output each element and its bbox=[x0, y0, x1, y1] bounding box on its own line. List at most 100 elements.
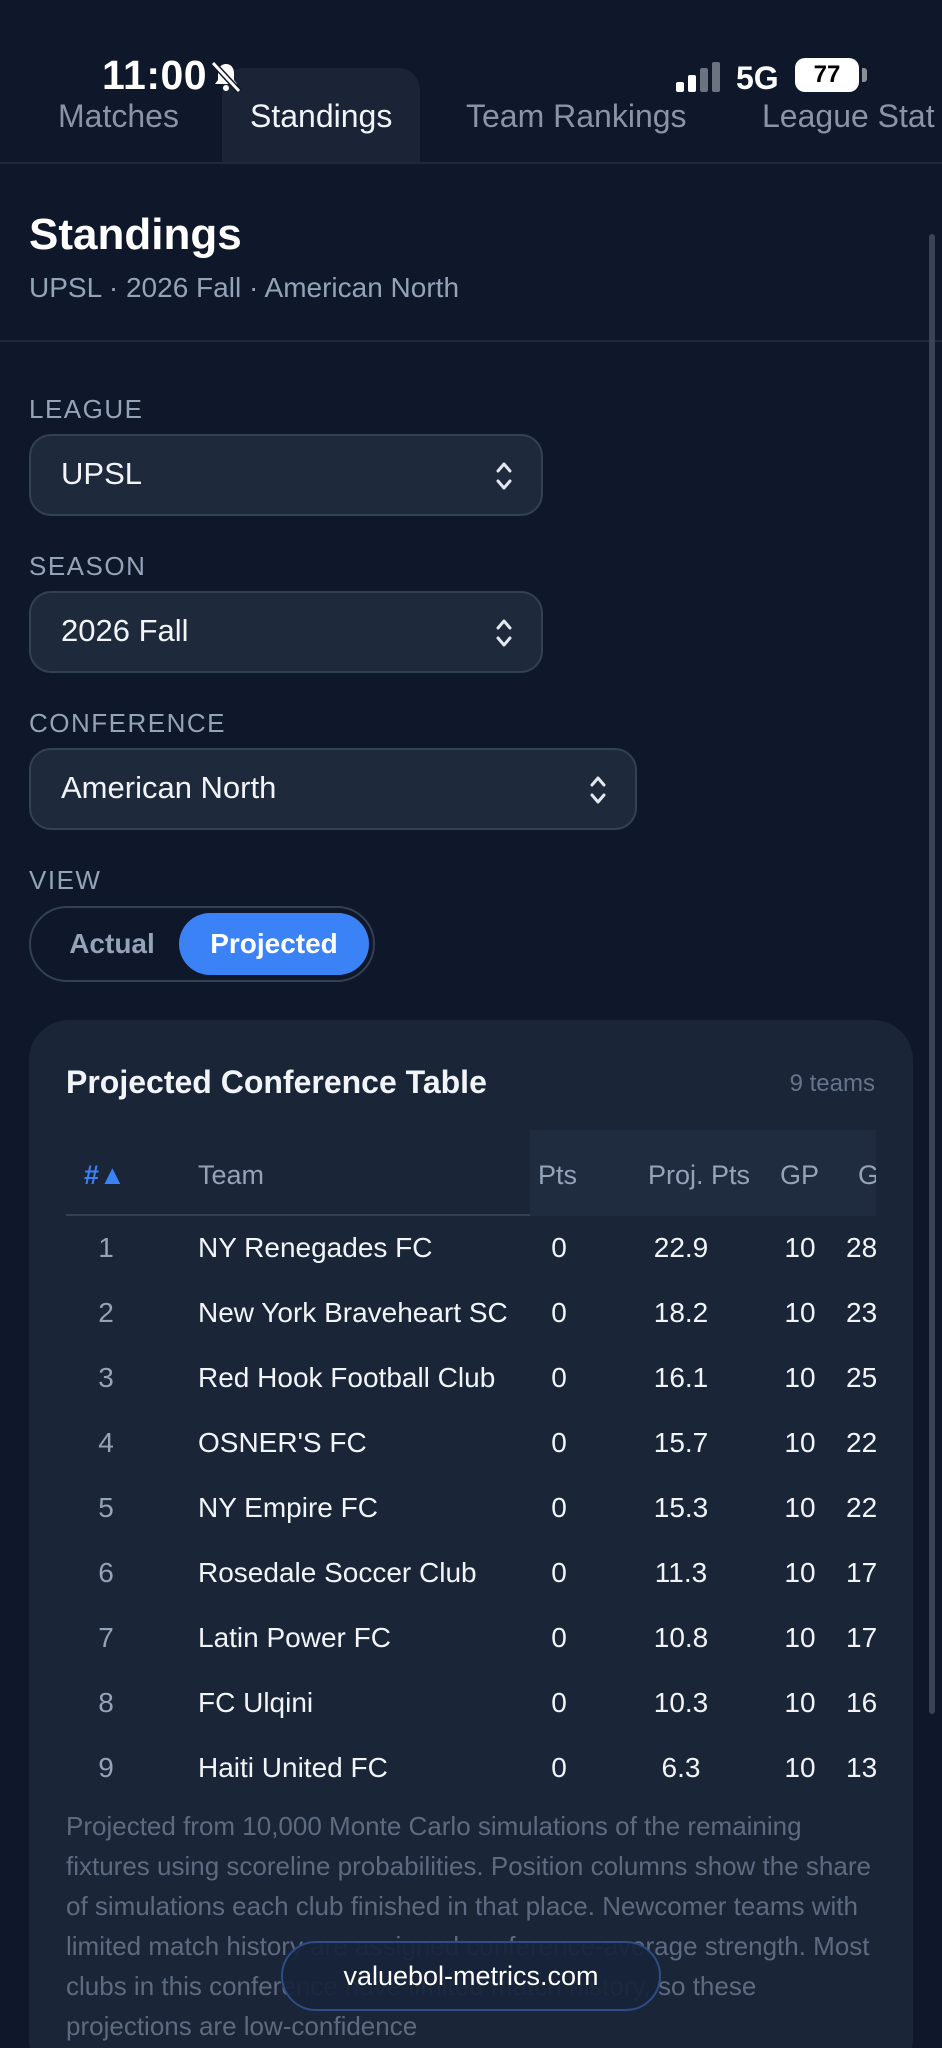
row-proj-pts: 10.3 bbox=[653, 1687, 709, 1718]
row-rank: 3 bbox=[98, 1362, 114, 1393]
row-g: 22 bbox=[846, 1427, 876, 1458]
row-rank: 6 bbox=[98, 1557, 114, 1588]
network-label: 5G bbox=[736, 60, 779, 96]
row-pts: 0 bbox=[551, 1557, 567, 1588]
standings-table: #▲ Team Pts Proj. Pts GP G 1 NY Renegade… bbox=[66, 1130, 876, 1810]
col-team[interactable]: Team bbox=[198, 1160, 264, 1191]
row-g: 13 bbox=[846, 1752, 876, 1783]
tab-standings[interactable]: Standings bbox=[222, 68, 421, 162]
row-g: 22 bbox=[846, 1492, 876, 1523]
row-pts: 0 bbox=[551, 1622, 567, 1653]
row-proj-pts: 15.7 bbox=[653, 1427, 709, 1458]
row-pts: 0 bbox=[551, 1232, 567, 1263]
view-actual-button[interactable]: Actual bbox=[37, 913, 187, 975]
row-gp: 10 bbox=[784, 1687, 816, 1718]
season-label: SEASON bbox=[29, 551, 147, 581]
conference-select-value: American North bbox=[61, 770, 277, 805]
row-gp: 10 bbox=[784, 1297, 816, 1328]
row-gp: 10 bbox=[784, 1622, 816, 1653]
row-proj-pts: 6.3 bbox=[661, 1752, 701, 1783]
col-gp[interactable]: GP bbox=[780, 1160, 819, 1191]
row-team: OSNER'S FC bbox=[198, 1427, 367, 1458]
signal-icon bbox=[676, 62, 720, 92]
league-label: LEAGUE bbox=[29, 394, 144, 424]
league-select[interactable]: UPSL bbox=[29, 434, 543, 516]
tab-team-rankings[interactable]: Team Rankings bbox=[438, 68, 715, 162]
col-g[interactable]: G bbox=[858, 1160, 876, 1191]
row-rank: 7 bbox=[98, 1622, 114, 1653]
season-select[interactable]: 2026 Fall bbox=[29, 591, 543, 673]
season-select-value: 2026 Fall bbox=[61, 613, 189, 648]
row-pts: 0 bbox=[551, 1427, 567, 1458]
row-pts: 0 bbox=[551, 1297, 567, 1328]
table-row[interactable]: 9 Haiti United FC 0 6.3 10 13 bbox=[66, 1736, 876, 1801]
row-team: Red Hook Football Club bbox=[198, 1362, 496, 1393]
chevron-updown-icon bbox=[496, 462, 512, 490]
row-team: New York Braveheart SC bbox=[198, 1297, 508, 1328]
row-pts: 0 bbox=[551, 1492, 567, 1523]
table-row[interactable]: 5 NY Empire FC 0 15.3 10 22 bbox=[66, 1476, 876, 1541]
row-g: 16 bbox=[846, 1687, 876, 1718]
row-pts: 0 bbox=[551, 1362, 567, 1393]
conference-select[interactable]: American North bbox=[29, 748, 637, 830]
row-rank: 4 bbox=[98, 1427, 114, 1458]
view-label: VIEW bbox=[29, 865, 102, 895]
status-bar: 11:00 5G 77 bbox=[0, 0, 942, 98]
league-select-value: UPSL bbox=[61, 456, 142, 491]
row-proj-pts: 16.1 bbox=[653, 1362, 709, 1393]
row-proj-pts: 11.3 bbox=[654, 1557, 708, 1588]
view-toggle: Actual Projected bbox=[29, 906, 375, 982]
scrollbar[interactable] bbox=[929, 234, 935, 1714]
card-title: Projected Conference Table bbox=[66, 1064, 487, 1100]
row-gp: 10 bbox=[784, 1427, 816, 1458]
row-team: NY Renegades FC bbox=[198, 1232, 433, 1263]
view-projected-button[interactable]: Projected bbox=[179, 913, 369, 975]
row-g: 25 bbox=[846, 1362, 876, 1393]
row-gp: 10 bbox=[784, 1362, 816, 1393]
row-pts: 0 bbox=[551, 1687, 567, 1718]
app-screen: 11:00 5G 77 Matches Standings Team Ranki… bbox=[0, 0, 942, 2048]
row-gp: 10 bbox=[784, 1232, 816, 1263]
conference-label: CONFERENCE bbox=[29, 708, 227, 738]
table-header: #▲ Team Pts Proj. Pts GP G bbox=[66, 1130, 876, 1216]
row-team: Rosedale Soccer Club bbox=[198, 1557, 477, 1588]
table-row[interactable]: 6 Rosedale Soccer Club 0 11.3 10 17 bbox=[66, 1541, 876, 1606]
row-team: NY Empire FC bbox=[198, 1492, 378, 1523]
row-gp: 10 bbox=[784, 1557, 816, 1588]
row-proj-pts: 18.2 bbox=[653, 1297, 709, 1328]
team-count: 9 teams bbox=[789, 1070, 875, 1097]
row-proj-pts: 10.8 bbox=[653, 1622, 709, 1653]
row-pts: 0 bbox=[551, 1752, 567, 1783]
row-proj-pts: 15.3 bbox=[653, 1492, 709, 1523]
col-pts[interactable]: Pts bbox=[538, 1160, 577, 1191]
page-subtitle: UPSL · 2026 Fall · American North bbox=[29, 272, 460, 303]
bell-muted-icon bbox=[210, 60, 242, 94]
row-g: 28 bbox=[846, 1232, 876, 1263]
row-team: Haiti United FC bbox=[198, 1752, 388, 1783]
battery-icon: 77 bbox=[795, 58, 859, 92]
status-time: 11:00 bbox=[102, 52, 208, 98]
row-rank: 2 bbox=[98, 1297, 114, 1328]
row-g: 17 bbox=[846, 1622, 876, 1653]
row-rank: 1 bbox=[98, 1232, 114, 1263]
header-divider bbox=[0, 340, 942, 342]
table-row[interactable]: 3 Red Hook Football Club 0 16.1 10 25 bbox=[66, 1346, 876, 1411]
table-row[interactable]: 8 FC Ulqini 0 10.3 10 16 bbox=[66, 1671, 876, 1736]
battery-tip bbox=[862, 68, 867, 82]
col-rank-sort[interactable]: #▲ bbox=[84, 1160, 126, 1191]
table-row[interactable]: 2 New York Braveheart SC 0 18.2 10 23 bbox=[66, 1281, 876, 1346]
site-url-pill[interactable]: valuebol-metrics.com bbox=[281, 1941, 661, 2011]
row-g: 17 bbox=[846, 1557, 876, 1588]
table-row[interactable]: 1 NY Renegades FC 0 22.9 10 28 bbox=[66, 1216, 876, 1281]
col-proj-pts[interactable]: Proj. Pts bbox=[648, 1160, 750, 1191]
row-team: Latin Power FC bbox=[198, 1622, 391, 1653]
chevron-updown-icon bbox=[590, 776, 606, 804]
row-rank: 8 bbox=[98, 1687, 114, 1718]
row-team: FC Ulqini bbox=[198, 1687, 314, 1718]
chevron-updown-icon bbox=[496, 619, 512, 647]
row-proj-pts: 22.9 bbox=[653, 1232, 709, 1263]
row-rank: 5 bbox=[98, 1492, 114, 1523]
page-title: Standings bbox=[29, 210, 242, 259]
table-row[interactable]: 4 OSNER'S FC 0 15.7 10 22 bbox=[66, 1411, 876, 1476]
table-row[interactable]: 7 Latin Power FC 0 10.8 10 17 bbox=[66, 1606, 876, 1671]
